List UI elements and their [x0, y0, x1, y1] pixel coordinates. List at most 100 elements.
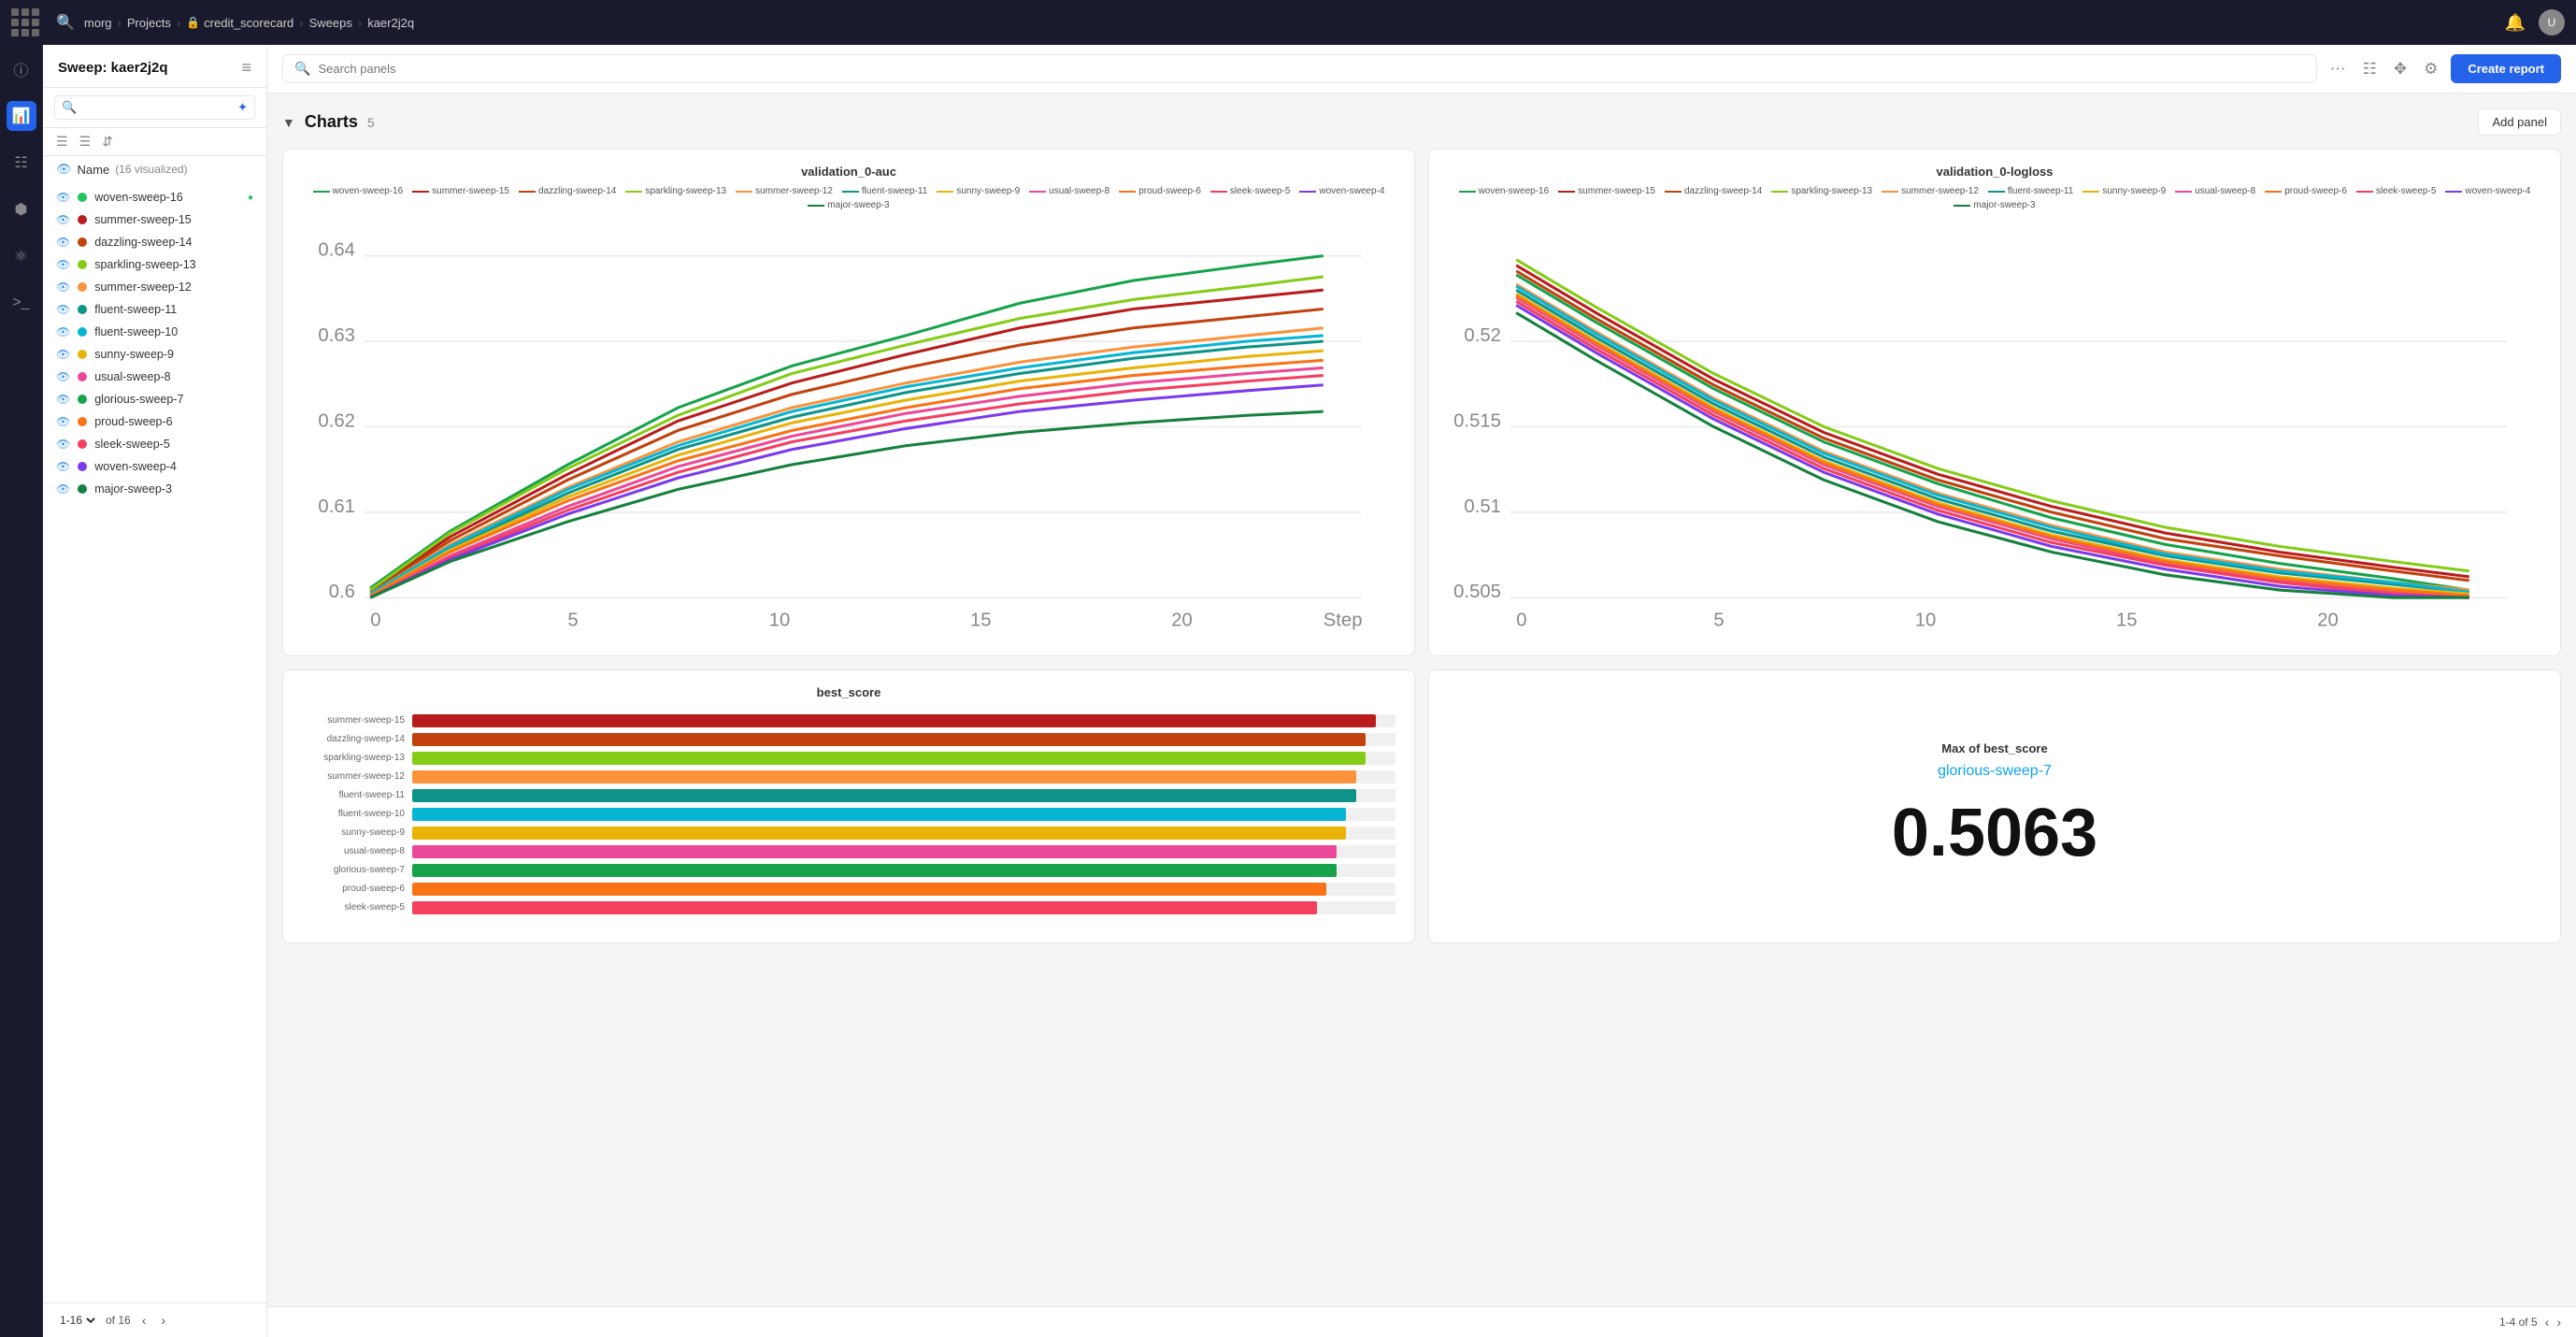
settings-icon[interactable]: ⚙ [2420, 56, 2441, 82]
bar-row: proud-sweep-6 [302, 883, 1395, 896]
nav-search-icon[interactable]: 🔍 [56, 13, 75, 32]
sidebar-run-item[interactable]: 👁 dazzling-sweep-14 [43, 231, 266, 253]
svg-text:0.52: 0.52 [1464, 325, 1501, 346]
sidebar-search-input[interactable] [54, 95, 255, 120]
run-eye-icon[interactable]: 👁 [56, 236, 70, 249]
sidebar-run-item[interactable]: 👁 fluent-sweep-10 [43, 321, 266, 343]
sidebar-search-icon: 🔍 [62, 100, 77, 115]
prev-page-btn[interactable]: ‹ [138, 1311, 150, 1330]
run-eye-icon[interactable]: 👁 [56, 258, 70, 271]
sidebar-search: 🔍 ✦ [43, 88, 266, 128]
sidebar-run-item[interactable]: 👁 sparkling-sweep-13 [43, 253, 266, 276]
run-name-label: sleek-sweep-5 [94, 438, 170, 451]
columns-icon[interactable]: ☷ [2359, 56, 2381, 82]
sidebar-run-item[interactable]: 👁 usual-sweep-8 [43, 366, 266, 388]
sidebar-run-item[interactable]: 👁 sleek-sweep-5 [43, 433, 266, 455]
run-eye-icon[interactable]: 👁 [56, 191, 70, 204]
chart-icon[interactable]: 📊 [7, 101, 36, 131]
filter-columns-icon[interactable]: ⋯ [2326, 56, 2350, 82]
settings-tune-icon[interactable]: ⚛ [7, 241, 36, 271]
breadcrumb-sweeps[interactable]: Sweeps [309, 16, 352, 30]
breadcrumb-morg[interactable]: morg [84, 16, 112, 30]
run-dot [78, 372, 87, 381]
chart-card-bestscore: best_score summer-sweep-15 dazzling-swee… [282, 669, 1415, 943]
run-eye-icon[interactable]: 👁 [56, 213, 70, 226]
svg-text:5: 5 [1713, 611, 1724, 631]
section-chevron[interactable]: ▼ [282, 115, 295, 130]
text-icon[interactable]: ☰ [79, 134, 92, 150]
search-panels-input[interactable] [318, 62, 2304, 76]
sort-icon[interactable]: ⇵ [102, 134, 113, 150]
run-dot [78, 215, 87, 224]
sidebar-run-item[interactable]: 👁 fluent-sweep-11 [43, 298, 266, 321]
avatar[interactable]: U [2539, 9, 2565, 36]
sidebar-footer: 1-16 of 16 ‹ › [43, 1302, 266, 1337]
next-page-btn[interactable]: › [157, 1311, 169, 1330]
svg-text:20: 20 [1171, 611, 1193, 631]
run-dot [78, 282, 87, 292]
bell-icon[interactable]: 🔔 [2505, 13, 2526, 33]
sidebar-run-item[interactable]: 👁 glorious-sweep-7 [43, 388, 266, 410]
eye-icon[interactable]: 👁 [56, 162, 72, 177]
run-eye-icon[interactable]: 👁 [56, 325, 70, 338]
bar-row: sleek-sweep-5 [302, 901, 1395, 914]
sidebar-grid-icon[interactable]: ≡ [241, 58, 251, 78]
run-name-label: proud-sweep-6 [94, 415, 172, 428]
sidebar-run-item[interactable]: 👁 woven-sweep-16 ● [43, 186, 266, 208]
filter-icon[interactable]: ☰ [56, 134, 68, 150]
run-eye-icon[interactable]: 👁 [56, 460, 70, 473]
sidebar-run-item[interactable]: 👁 sunny-sweep-9 [43, 343, 266, 366]
section-count: 5 [367, 115, 375, 130]
breadcrumb-credit-scorecard[interactable]: credit_scorecard [204, 16, 293, 30]
bar-row: fluent-sweep-10 [302, 808, 1395, 821]
run-eye-icon[interactable]: 👁 [56, 393, 70, 406]
bar-label: fluent-sweep-10 [302, 809, 405, 819]
sidebar-run-item[interactable]: 👁 woven-sweep-4 [43, 455, 266, 478]
search-panels-input-wrap[interactable]: 🔍 [282, 54, 2317, 83]
page-range-select[interactable]: 1-16 [56, 1313, 98, 1328]
run-name-label: dazzling-sweep-14 [94, 236, 192, 249]
bar-track [412, 845, 1395, 858]
run-eye-icon[interactable]: 👁 [56, 482, 70, 496]
breadcrumb-run[interactable]: kaer2j2q [367, 16, 414, 30]
chart-title-bestscore: best_score [298, 685, 1399, 699]
sidebar-run-item[interactable]: 👁 summer-sweep-15 [43, 208, 266, 231]
sidebar-run-item[interactable]: 👁 summer-sweep-12 [43, 276, 266, 298]
charts-footer: 1-4 of 5 ‹ › [267, 1306, 2576, 1337]
svg-text:0.61: 0.61 [318, 496, 355, 517]
run-eye-icon[interactable]: 👁 [56, 303, 70, 316]
bar-fill [412, 845, 1337, 858]
bar-track [412, 808, 1395, 821]
sidebar-filter-icon[interactable]: ✦ [237, 100, 248, 115]
info-icon[interactable]: ⓘ [7, 54, 36, 84]
run-eye-icon[interactable]: 👁 [56, 438, 70, 451]
bar-fill [412, 827, 1346, 840]
lock-icon: 🔒 [186, 16, 200, 29]
charts-prev-btn[interactable]: ‹ [2545, 1315, 2550, 1330]
run-eye-icon[interactable]: 👁 [56, 348, 70, 361]
section-title: Charts [305, 112, 358, 132]
run-name-label: summer-sweep-15 [94, 213, 192, 226]
svg-text:5: 5 [567, 611, 578, 631]
run-dot [78, 439, 87, 449]
add-panel-button[interactable]: Add panel [2478, 108, 2561, 136]
run-name-label: sunny-sweep-9 [94, 348, 174, 361]
sidebar-run-item[interactable]: 👁 major-sweep-3 [43, 478, 266, 500]
terminal-icon[interactable]: >_ [7, 288, 36, 318]
charts-next-btn[interactable]: › [2556, 1315, 2561, 1330]
run-eye-icon[interactable]: 👁 [56, 370, 70, 383]
create-report-button[interactable]: Create report [2451, 54, 2561, 83]
bar-row: dazzling-sweep-14 [302, 733, 1395, 746]
breadcrumb-projects[interactable]: Projects [127, 16, 171, 30]
table-icon[interactable]: ☷ [7, 148, 36, 178]
col-label: Name [78, 163, 110, 177]
layers-icon[interactable]: ⬢ [7, 194, 36, 224]
sidebar-run-list: 👁 woven-sweep-16 ● 👁 summer-sweep-15 👁 d… [43, 182, 266, 1302]
expand-icon[interactable]: ✥ [2390, 56, 2411, 82]
run-eye-icon[interactable]: 👁 [56, 415, 70, 428]
sidebar-col-header: 👁 Name (16 visualized) [43, 156, 266, 182]
sidebar-run-item[interactable]: 👁 proud-sweep-6 [43, 410, 266, 433]
bar-fill [412, 714, 1376, 727]
svg-text:15: 15 [970, 611, 992, 631]
run-eye-icon[interactable]: 👁 [56, 280, 70, 294]
